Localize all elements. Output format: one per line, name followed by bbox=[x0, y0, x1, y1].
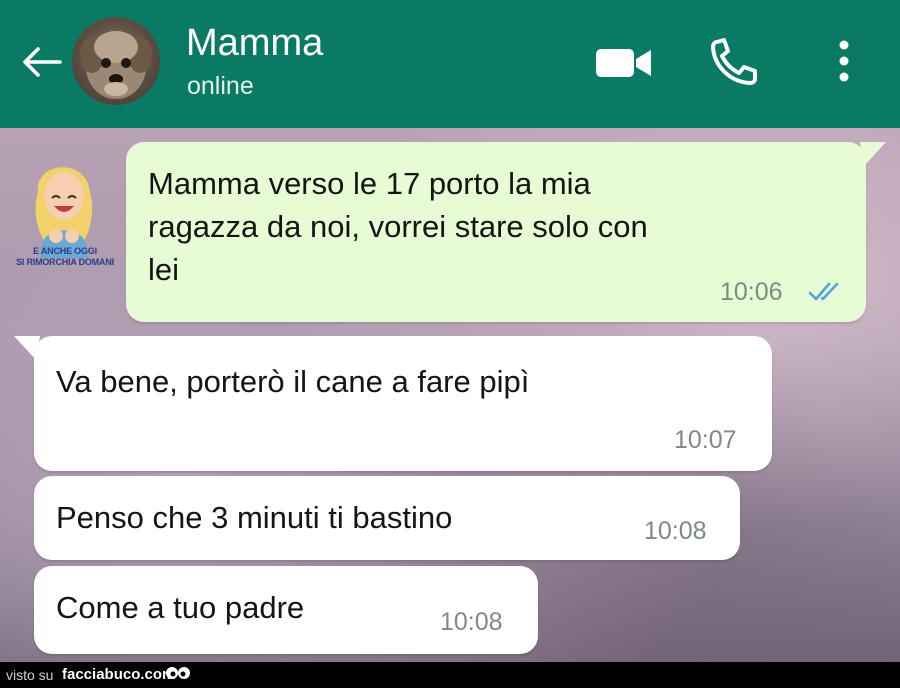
sticker-caption-line: E ANCHE OGGI bbox=[33, 246, 97, 256]
watermark-prefix: visto su bbox=[6, 667, 54, 683]
incoming-message-bubble[interactable]: Va bene, porterò il cane a fare pipì 10:… bbox=[34, 336, 772, 471]
contact-status: online bbox=[187, 72, 254, 100]
double-check-read-icon bbox=[808, 282, 839, 301]
watermark-site[interactable]: facciabuco.com bbox=[62, 666, 175, 683]
eyes-logo-icon bbox=[166, 667, 190, 679]
contact-avatar[interactable] bbox=[72, 17, 160, 105]
message-text: Come a tuo padre bbox=[56, 590, 305, 625]
message-line: Mamma verso le 17 porto la mia bbox=[148, 166, 591, 201]
sticker-caption: E ANCHE OGGI SI RIMORCHIA DOMANI bbox=[10, 246, 120, 268]
message-timestamp: 10:08 bbox=[644, 517, 707, 545]
message-timestamp: 10:07 bbox=[674, 426, 737, 454]
back-arrow-icon[interactable] bbox=[20, 44, 64, 80]
incoming-message-bubble[interactable]: Come a tuo padre 10:08 bbox=[34, 566, 538, 654]
message-text: Va bene, porterò il cane a fare pipì bbox=[56, 364, 530, 399]
message-text: Mamma verso le 17 porto la mia ragazza d… bbox=[148, 162, 848, 291]
more-options-icon[interactable] bbox=[834, 38, 854, 84]
message-timestamp: 10:08 bbox=[440, 608, 503, 636]
chat-header: Mamma online bbox=[0, 0, 900, 128]
message-timestamp: 10:06 bbox=[720, 278, 783, 306]
video-call-icon[interactable] bbox=[594, 46, 654, 80]
watermark-bar: visto su facciabuco.com bbox=[0, 662, 900, 688]
message-text: Penso che 3 minuti ti bastino bbox=[56, 500, 453, 535]
dog-photo-icon bbox=[80, 31, 152, 99]
phone-call-icon[interactable] bbox=[710, 38, 760, 86]
outgoing-message-bubble[interactable]: Mamma verso le 17 porto la mia ragazza d… bbox=[126, 142, 866, 322]
sticker-caption-line: SI RIMORCHIA DOMANI bbox=[16, 257, 114, 267]
contact-name[interactable]: Mamma bbox=[186, 22, 323, 65]
incoming-message-bubble[interactable]: Penso che 3 minuti ti bastino 10:08 bbox=[34, 476, 740, 560]
message-line: ragazza da noi, vorrei stare solo con bbox=[148, 209, 648, 244]
